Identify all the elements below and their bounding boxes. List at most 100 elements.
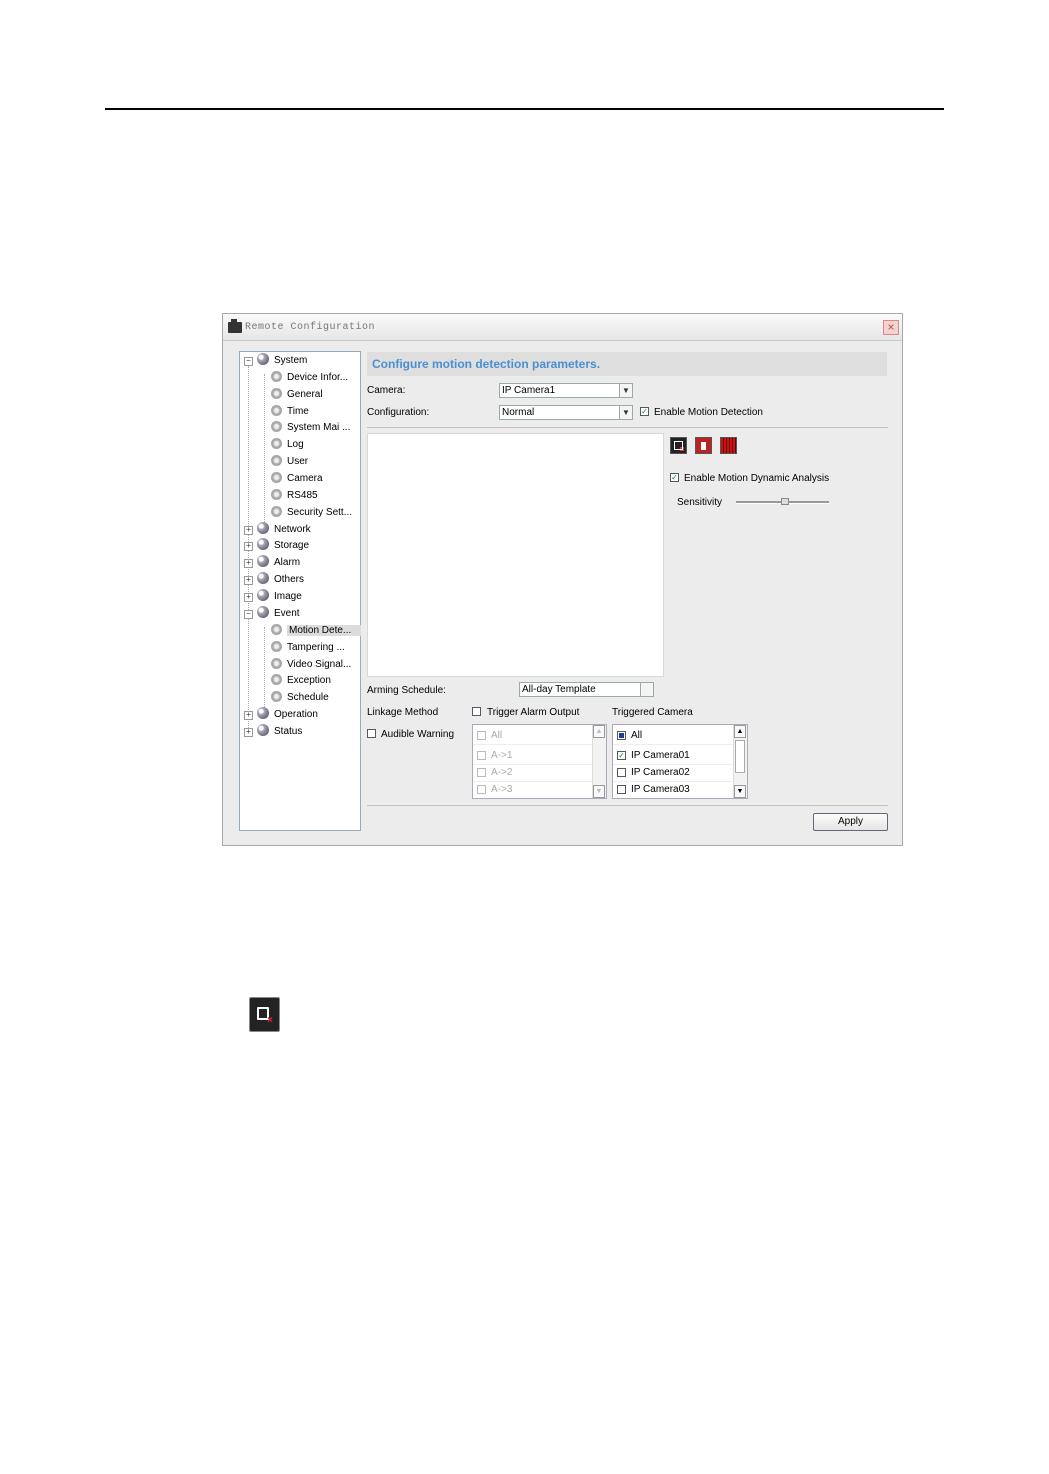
delete-icon[interactable] bbox=[695, 437, 712, 454]
arming-schedule-select[interactable]: All-day Template bbox=[519, 682, 654, 697]
scroll-up-icon[interactable]: ▲ bbox=[734, 725, 746, 738]
alarm-output-checkbox bbox=[477, 731, 486, 740]
window-title: Remote Configuration bbox=[245, 322, 376, 333]
tree-guide-line bbox=[264, 627, 265, 709]
camera-icon bbox=[228, 319, 242, 333]
all-cameras-checkbox[interactable] bbox=[617, 731, 626, 740]
tree-item-system[interactable]: − System bbox=[244, 353, 307, 369]
tree-item-device-info[interactable]: Device Infor... bbox=[271, 370, 348, 386]
tree-item-camera[interactable]: Camera bbox=[271, 471, 323, 487]
gear-icon bbox=[271, 371, 282, 382]
enable-dynamic-analysis-label: Enable Motion Dynamic Analysis bbox=[684, 473, 830, 484]
scrollbar-thumb[interactable] bbox=[735, 740, 745, 773]
tree-item-alarm[interactable]: + Alarm bbox=[244, 555, 300, 571]
gear-icon bbox=[271, 438, 282, 449]
video-preview-area[interactable] bbox=[367, 433, 664, 677]
gear-icon bbox=[271, 641, 282, 652]
tree-item-status[interactable]: + Status bbox=[244, 724, 302, 740]
trigger-alarm-output-label: Trigger Alarm Output bbox=[487, 707, 580, 718]
expand-icon[interactable]: + bbox=[244, 542, 253, 551]
tree-item-event[interactable]: − Event bbox=[244, 606, 300, 622]
tree-item-storage[interactable]: + Storage bbox=[244, 538, 309, 554]
tree-item-time[interactable]: Time bbox=[271, 404, 309, 420]
list-item: A->3 bbox=[473, 781, 592, 798]
globe-icon bbox=[257, 555, 269, 567]
list-item: A->2 bbox=[473, 764, 592, 782]
tree-item-schedule[interactable]: Schedule bbox=[271, 690, 329, 706]
list-item[interactable]: All bbox=[613, 727, 733, 745]
expand-icon[interactable]: + bbox=[244, 526, 253, 535]
list-item[interactable]: ✓ IP Camera01 bbox=[613, 747, 733, 765]
camera-checkbox[interactable] bbox=[617, 768, 626, 777]
tree-item-user[interactable]: User bbox=[271, 454, 308, 470]
enable-motion-detection-checkbox[interactable]: ✓ bbox=[640, 407, 649, 416]
full-screen-area-icon[interactable] bbox=[720, 437, 737, 454]
scrollbar: ▲ ▼ bbox=[592, 725, 606, 798]
expand-icon[interactable]: + bbox=[244, 593, 253, 602]
tree-item-rs485[interactable]: RS485 bbox=[271, 488, 318, 504]
camera-checkbox[interactable] bbox=[617, 785, 626, 794]
gear-icon bbox=[271, 674, 282, 685]
tree-item-network[interactable]: + Network bbox=[244, 522, 311, 538]
gear-icon bbox=[271, 405, 282, 416]
alarm-output-checkbox bbox=[477, 785, 486, 794]
tree-item-exception[interactable]: Exception bbox=[271, 673, 331, 689]
sensitivity-slider-thumb[interactable] bbox=[781, 498, 789, 505]
globe-icon bbox=[257, 522, 269, 534]
tree-item-operation[interactable]: + Operation bbox=[244, 707, 318, 723]
tree-item-system-maintenance[interactable]: System Mai ... bbox=[271, 420, 350, 436]
tree-guide-line bbox=[264, 374, 265, 524]
edit-schedule-icon[interactable] bbox=[640, 683, 653, 696]
tree-item-video-signal[interactable]: Video Signal... bbox=[271, 657, 351, 673]
gear-icon bbox=[271, 658, 282, 669]
tree-item-log[interactable]: Log bbox=[271, 437, 304, 453]
camera-select[interactable]: IP Camera1 ▼ bbox=[499, 383, 633, 398]
scrollbar[interactable]: ▲ ▼ bbox=[733, 725, 747, 798]
close-icon: × bbox=[267, 1015, 273, 1026]
apply-button[interactable]: Apply bbox=[813, 813, 888, 831]
chevron-down-icon[interactable]: ▼ bbox=[619, 406, 632, 419]
draw-area-icon[interactable] bbox=[670, 437, 687, 454]
tree-item-others[interactable]: + Others bbox=[244, 572, 304, 588]
expand-icon[interactable]: + bbox=[244, 728, 253, 737]
chevron-down-icon[interactable]: ▼ bbox=[619, 384, 632, 397]
gear-icon bbox=[271, 624, 282, 635]
scroll-up-icon: ▲ bbox=[593, 725, 605, 738]
draw-area-icon: × bbox=[249, 997, 280, 1032]
close-button[interactable]: × bbox=[883, 320, 899, 335]
scroll-down-icon[interactable]: ▼ bbox=[734, 785, 746, 798]
audible-warning-checkbox[interactable] bbox=[367, 729, 376, 738]
triggered-camera-label: Triggered Camera bbox=[612, 707, 693, 718]
tree-item-security-settings[interactable]: Security Sett... bbox=[271, 505, 352, 521]
expand-icon[interactable]: + bbox=[244, 576, 253, 585]
configuration-select[interactable]: Normal ▼ bbox=[499, 405, 633, 420]
list-item[interactable]: IP Camera03 bbox=[613, 781, 733, 798]
expand-icon[interactable]: + bbox=[244, 711, 253, 720]
arming-schedule-value: All-day Template bbox=[522, 684, 596, 695]
gear-icon bbox=[271, 506, 282, 517]
globe-icon bbox=[257, 538, 269, 550]
tree-item-motion-detection[interactable]: Motion Dete... bbox=[271, 623, 362, 639]
trigger-alarm-output-checkbox[interactable] bbox=[472, 707, 481, 716]
tree-item-image[interactable]: + Image bbox=[244, 589, 302, 605]
camera-checkbox[interactable]: ✓ bbox=[617, 751, 626, 760]
globe-icon bbox=[257, 353, 269, 365]
list-item: A->1 bbox=[473, 747, 592, 765]
gear-icon bbox=[271, 455, 282, 466]
expand-icon[interactable]: + bbox=[244, 559, 253, 568]
tree-item-general[interactable]: General bbox=[271, 387, 323, 403]
remote-configuration-window: Remote Configuration × − System Device In… bbox=[222, 313, 903, 846]
collapse-icon[interactable]: − bbox=[244, 357, 253, 366]
list-item[interactable]: IP Camera02 bbox=[613, 764, 733, 782]
globe-icon bbox=[257, 589, 269, 601]
page-top-rule bbox=[105, 108, 944, 110]
collapse-icon[interactable]: − bbox=[244, 610, 253, 619]
configuration-value: Normal bbox=[502, 407, 535, 418]
title-bar[interactable]: Remote Configuration × bbox=[223, 314, 902, 341]
triggered-camera-list: All ✓ IP Camera01 IP Camera02 IP Camera03… bbox=[612, 724, 748, 799]
gear-icon bbox=[271, 489, 282, 500]
list-item: All bbox=[473, 727, 592, 745]
tree-item-tampering[interactable]: Tampering ... bbox=[271, 640, 345, 656]
enable-dynamic-analysis-checkbox[interactable]: ✓ bbox=[670, 473, 679, 482]
globe-icon bbox=[257, 572, 269, 584]
